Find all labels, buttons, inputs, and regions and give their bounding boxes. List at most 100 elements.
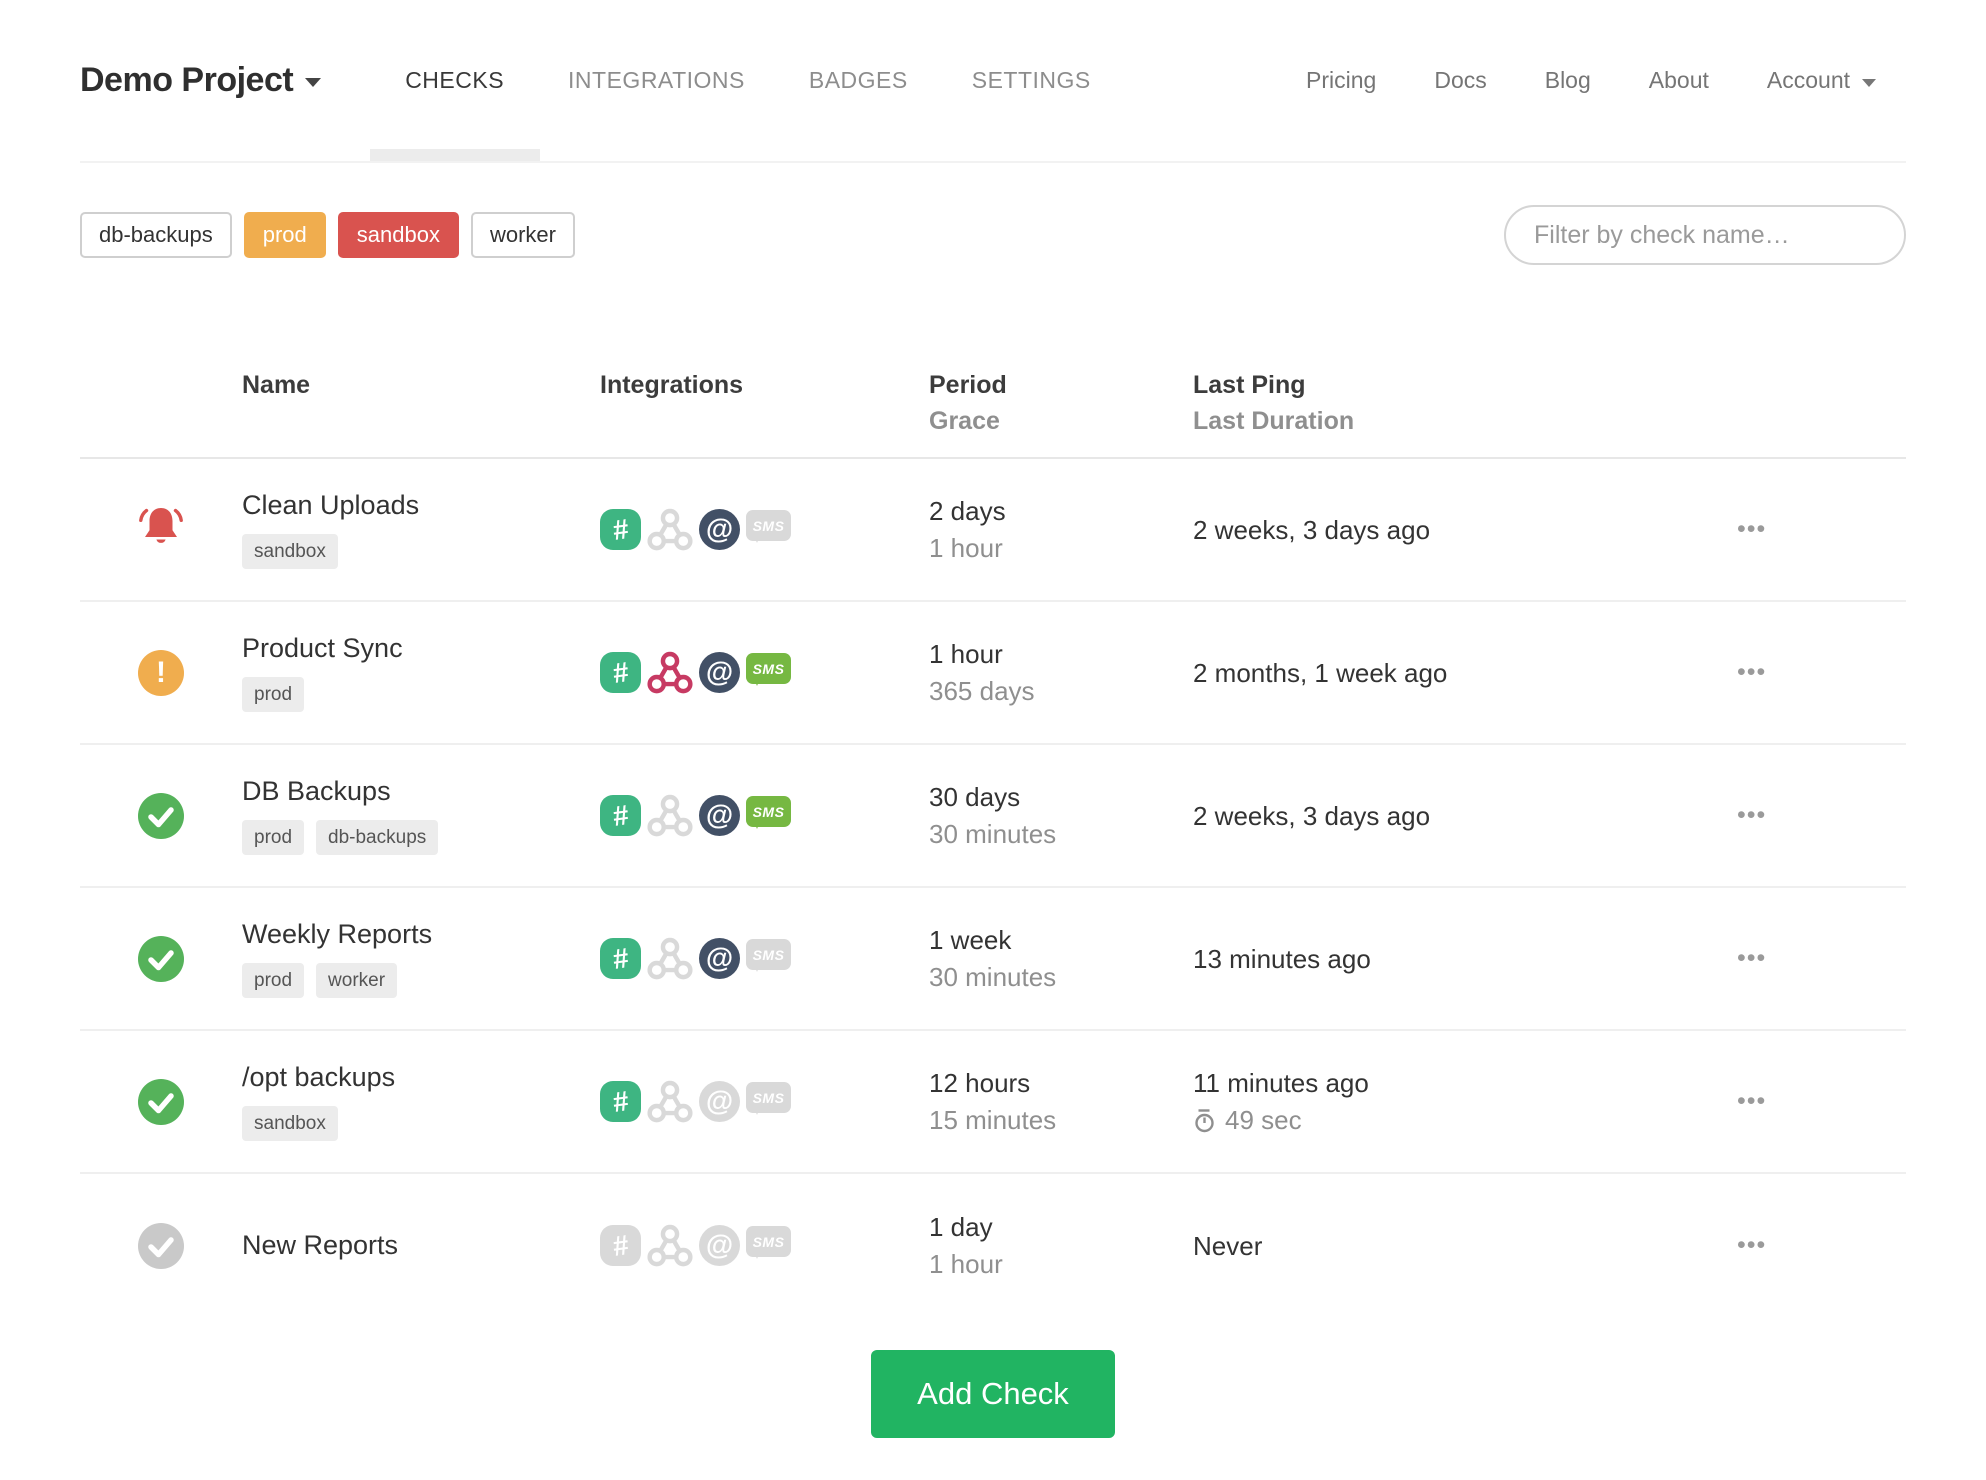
add-check-button[interactable]: Add Check [871, 1350, 1115, 1438]
check-tags: sandbox [242, 1106, 600, 1141]
slack-icon: # [600, 509, 641, 550]
slack-icon: # [600, 1225, 641, 1266]
column-header-name: Name [242, 371, 311, 399]
sms-icon: SMS [746, 653, 791, 686]
tab-integrations[interactable]: INTEGRATIONS [568, 0, 745, 161]
check-name[interactable]: Clean Uploads [242, 490, 600, 521]
tag-filter-worker[interactable]: worker [470, 212, 575, 258]
check-integrations-cell: # @ SMS [600, 650, 929, 696]
check-tag: worker [316, 963, 398, 998]
check-period-cell: 12 hours 15 minutes [929, 1067, 1193, 1136]
check-integrations-cell: # @ SMS [600, 1223, 929, 1269]
check-name[interactable]: Weekly Reports [242, 919, 600, 950]
status-up-icon: ! [138, 1078, 184, 1125]
check-row: ! Weekly Reports prod worker # @ [80, 888, 1906, 1031]
tag-filter-db-backups[interactable]: db-backups [80, 212, 232, 258]
check-name-cell: DB Backups prod db-backups [242, 776, 600, 855]
tab-settings[interactable]: SETTINGS [972, 0, 1091, 161]
check-icon [148, 1236, 174, 1257]
last-ping-value: 13 minutes ago [1193, 943, 1371, 974]
check-name[interactable]: DB Backups [242, 776, 600, 807]
webhook-icon [647, 793, 693, 839]
sms-icon: SMS [746, 1226, 791, 1259]
check-menu-cell: ••• [1713, 515, 1906, 544]
check-menu-cell: ••• [1713, 944, 1906, 973]
check-row: ! New Reports # @ [80, 1174, 1906, 1317]
check-period-cell: 1 day 1 hour [929, 1211, 1193, 1280]
check-name[interactable]: New Reports [242, 1230, 600, 1261]
grace-value: 365 days [929, 676, 1035, 706]
check-period-cell: 1 hour 365 days [929, 638, 1193, 707]
status-circle-icon: ! [138, 935, 184, 982]
webhook-icon [647, 936, 693, 982]
exclamation-icon: ! [156, 655, 166, 689]
status-alert-icon: ! [137, 503, 185, 556]
check-status-cell: ! [80, 935, 242, 982]
grace-value: 15 minutes [929, 1105, 1057, 1135]
status-up-icon: ! [138, 935, 184, 982]
check-tag: prod [242, 677, 305, 712]
column-header-lastping-duration: Last Ping Last Duration [1193, 371, 1355, 435]
row-menu-button[interactable]: ••• [1737, 658, 1766, 687]
project-title: Demo Project [80, 61, 294, 99]
period-value: 12 hours [929, 1068, 1031, 1098]
stopwatch-icon [1195, 1108, 1214, 1132]
check-tag: sandbox [242, 534, 338, 569]
check-menu-cell: ••• [1713, 658, 1906, 687]
status-circle-icon: ! [138, 1078, 184, 1125]
check-icon [148, 949, 174, 970]
check-integrations-cell: # @ SMS [600, 793, 929, 839]
project-switcher[interactable]: Demo Project [80, 0, 322, 161]
tag-filter-sandbox[interactable]: sandbox [337, 212, 459, 258]
check-name-cell: /opt backups sandbox [242, 1062, 600, 1141]
link-about[interactable]: About [1649, 67, 1709, 94]
check-menu-cell: ••• [1713, 801, 1906, 830]
tag-filters: db-backups prod sandbox worker [80, 212, 575, 258]
last-ping-value: 11 minutes ago [1193, 1068, 1369, 1098]
check-name-filter-input[interactable] [1504, 205, 1906, 265]
last-ping-value: Never [1193, 1230, 1263, 1261]
row-menu-button[interactable]: ••• [1737, 515, 1766, 544]
row-menu-button[interactable]: ••• [1737, 1087, 1766, 1116]
status-new-icon: ! [138, 1222, 184, 1269]
check-period-cell: 1 week 30 minutes [929, 924, 1193, 993]
email-icon: @ [699, 1225, 740, 1266]
tab-badges[interactable]: BADGES [809, 0, 908, 161]
check-name[interactable]: /opt backups [242, 1062, 600, 1093]
row-menu-button[interactable]: ••• [1737, 944, 1766, 973]
row-menu-button[interactable]: ••• [1737, 801, 1766, 830]
check-tag: prod [242, 963, 305, 998]
check-name[interactable]: Product Sync [242, 633, 600, 664]
check-lastping-cell: Never [1193, 1230, 1713, 1262]
check-name-cell: Clean Uploads sandbox [242, 490, 600, 569]
slack-icon: # [600, 652, 641, 693]
check-name-cell: Product Sync prod [242, 633, 600, 712]
account-menu[interactable]: Account [1767, 67, 1876, 94]
last-duration-value: 49 sec [1225, 1105, 1302, 1135]
email-icon: @ [699, 509, 740, 550]
link-blog[interactable]: Blog [1545, 67, 1591, 94]
tab-checks[interactable]: CHECKS [405, 0, 504, 161]
check-tags: prod [242, 677, 600, 712]
tag-filter-prod[interactable]: prod [243, 212, 326, 258]
column-header-period-grace: Period Grace [929, 371, 1007, 435]
checks-table-body: ! Clean Uploads sandbox # @ [80, 459, 1906, 1317]
check-name-cell: Weekly Reports prod worker [242, 919, 600, 998]
email-icon: @ [699, 1081, 740, 1122]
row-menu-button[interactable]: ••• [1737, 1231, 1766, 1260]
check-status-cell: ! [80, 1078, 242, 1125]
grace-value: 30 minutes [929, 962, 1057, 992]
check-lastping-cell: 2 months, 1 week ago [1193, 657, 1713, 689]
check-integrations-cell: # @ SMS [600, 507, 929, 553]
period-value: 2 days [929, 496, 1006, 526]
slack-icon: # [600, 1081, 641, 1122]
grace-value: 30 minutes [929, 819, 1057, 849]
link-pricing[interactable]: Pricing [1306, 67, 1376, 94]
check-lastping-cell: 13 minutes ago [1193, 943, 1713, 975]
status-grace-icon: ! [138, 649, 184, 696]
period-value: 1 day [929, 1212, 993, 1242]
email-icon: @ [699, 795, 740, 836]
check-status-cell: ! [80, 1222, 242, 1269]
check-row: ! Clean Uploads sandbox # @ [80, 459, 1906, 602]
link-docs[interactable]: Docs [1434, 67, 1486, 94]
